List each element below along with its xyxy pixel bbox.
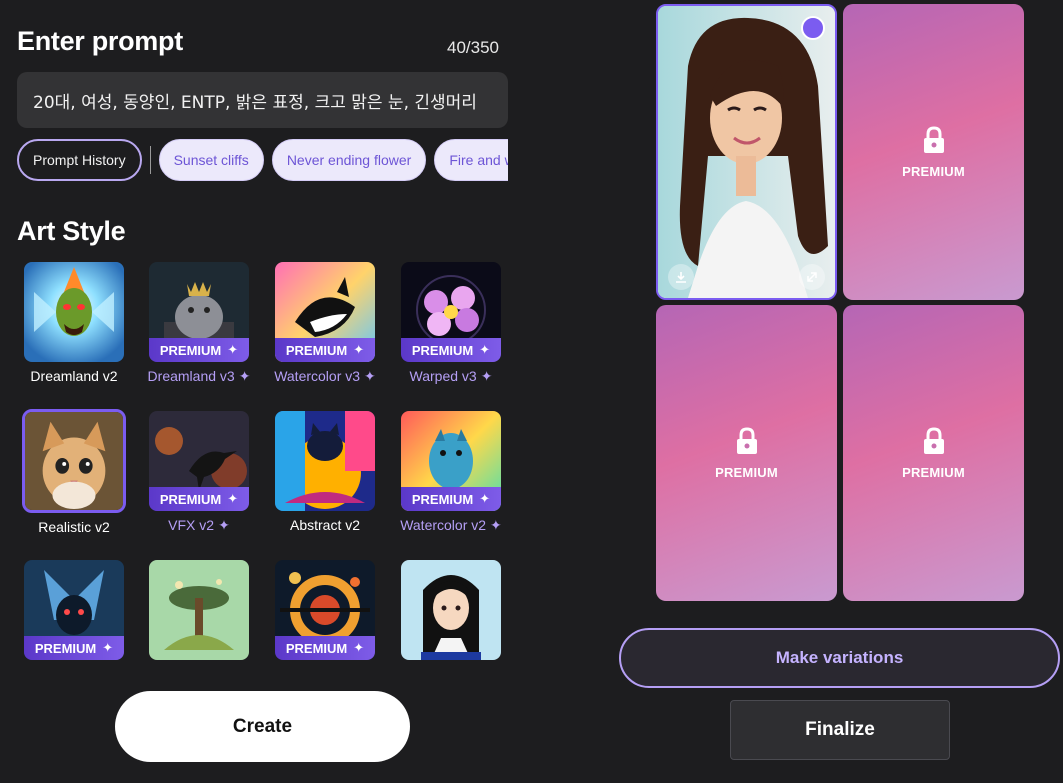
style-thumbnail <box>275 411 375 511</box>
premium-label: PREMIUM <box>715 464 778 480</box>
expand-icon[interactable] <box>799 264 825 290</box>
style-tile-watercolor-v3[interactable]: PREMIUM ✦ Watercolor v3 ✦ <box>262 262 388 385</box>
style-label: Abstract v2 <box>289 517 361 533</box>
premium-badge: PREMIUM ✦ <box>149 338 249 362</box>
style-thumbnail <box>24 262 124 362</box>
style-tile[interactable] <box>388 560 514 660</box>
suggestion-chip[interactable]: Fire and w <box>434 139 508 181</box>
result-image-3-locked[interactable]: PREMIUM <box>656 305 837 601</box>
style-tile-dreamland-v2[interactable]: Dreamland v2 <box>11 262 137 384</box>
style-tile-abstract-v2[interactable]: Abstract v2 <box>262 411 388 533</box>
style-thumbnail: PREMIUM ✦ <box>275 262 375 362</box>
sparkle-icon: ✦ <box>227 491 239 506</box>
premium-badge: PREMIUM ✦ <box>401 487 501 511</box>
premium-badge: PREMIUM ✦ <box>275 636 375 660</box>
sparkle-icon: ✦ <box>227 342 239 357</box>
portrait-image <box>658 6 835 298</box>
sparkle-icon: ✦ <box>364 368 376 384</box>
style-thumbnail <box>401 560 501 660</box>
art-style-title: Art Style <box>17 216 126 246</box>
sparkle-icon: ✦ <box>490 517 502 533</box>
style-thumbnail: PREMIUM ✦ <box>401 262 501 362</box>
prompt-history-button[interactable]: Prompt History <box>17 139 142 181</box>
premium-badge: PREMIUM ✦ <box>275 338 375 362</box>
lock-icon <box>736 426 757 454</box>
style-label: Dreamland v3 ✦ <box>147 368 251 384</box>
sparkle-icon: ✦ <box>238 368 251 384</box>
sparkle-icon: ✦ <box>480 368 493 384</box>
sparkle-icon: ✦ <box>479 342 491 357</box>
left-panel: Enter prompt 40/350 20대, 여성, 동양인, ENTP, … <box>0 0 520 783</box>
result-image-2-locked[interactable]: PREMIUM <box>843 4 1024 300</box>
style-tile-warped-v3[interactable]: PREMIUM ✦ Warped v3 ✦ <box>388 262 514 385</box>
prompt-chips: Prompt History Sunset cliffs Never endin… <box>17 139 508 181</box>
style-tile[interactable]: PREMIUM ✦ <box>11 560 137 660</box>
chip-divider <box>149 146 151 174</box>
lock-icon <box>923 125 944 153</box>
style-tile[interactable] <box>136 560 262 660</box>
sparkle-icon: ✦ <box>353 640 365 655</box>
style-tile-watercolor-v2[interactable]: PREMIUM ✦ Watercolor v2 ✦ <box>388 411 514 534</box>
sparkle-icon: ✦ <box>102 640 114 655</box>
style-tile-realistic-v2[interactable]: Realistic v2 <box>11 409 137 535</box>
style-label: Dreamland v2 <box>30 368 118 384</box>
style-thumbnail: PREMIUM ✦ <box>24 560 124 660</box>
suggestion-chip[interactable]: Never ending flower <box>271 139 427 181</box>
style-tile-dreamland-v3[interactable]: PREMIUM ✦ Dreamland v3 ✦ <box>136 262 262 385</box>
style-thumbnail: PREMIUM ✦ <box>149 262 249 362</box>
premium-label: PREMIUM <box>902 464 965 480</box>
style-label: Realistic v2 <box>38 519 110 535</box>
finalize-button[interactable]: Finalize <box>730 700 950 760</box>
style-thumbnail: PREMIUM ✦ <box>275 560 375 660</box>
style-tile[interactable]: PREMIUM ✦ <box>262 560 388 660</box>
result-image-1[interactable] <box>656 4 837 300</box>
style-label: Watercolor v2 ✦ <box>400 517 502 533</box>
sparkle-icon: ✦ <box>218 517 230 533</box>
premium-badge: PREMIUM ✦ <box>149 487 249 511</box>
sparkle-icon: ✦ <box>353 342 365 357</box>
result-image-4-locked[interactable]: PREMIUM <box>843 305 1024 601</box>
style-tile-vfx-v2[interactable]: PREMIUM ✦ VFX v2 ✦ <box>136 411 262 534</box>
make-variations-button[interactable]: Make variations <box>619 628 1060 688</box>
suggestion-chip[interactable]: Sunset cliffs <box>158 139 264 181</box>
sparkle-icon: ✦ <box>479 491 491 506</box>
style-label: Warped v3 ✦ <box>409 368 493 384</box>
style-thumbnail: PREMIUM ✦ <box>149 411 249 511</box>
prompt-input[interactable]: 20대, 여성, 동양인, ENTP, 밝은 표정, 크고 맑은 눈, 긴생머리 <box>17 72 508 128</box>
prompt-title: Enter prompt <box>17 26 183 56</box>
download-icon[interactable] <box>668 264 694 290</box>
style-label: Watercolor v3 ✦ <box>274 368 376 384</box>
style-thumbnail <box>149 560 249 660</box>
lock-icon <box>923 426 944 454</box>
char-counter: 40/350 <box>447 38 499 57</box>
style-label: VFX v2 ✦ <box>168 517 230 533</box>
style-thumbnail-selected <box>22 409 126 513</box>
premium-badge: PREMIUM ✦ <box>401 338 501 362</box>
style-thumbnail: PREMIUM ✦ <box>401 411 501 511</box>
premium-badge: PREMIUM ✦ <box>24 636 124 660</box>
selected-indicator[interactable] <box>801 16 825 40</box>
create-button[interactable]: Create <box>115 691 410 762</box>
premium-label: PREMIUM <box>902 163 965 179</box>
